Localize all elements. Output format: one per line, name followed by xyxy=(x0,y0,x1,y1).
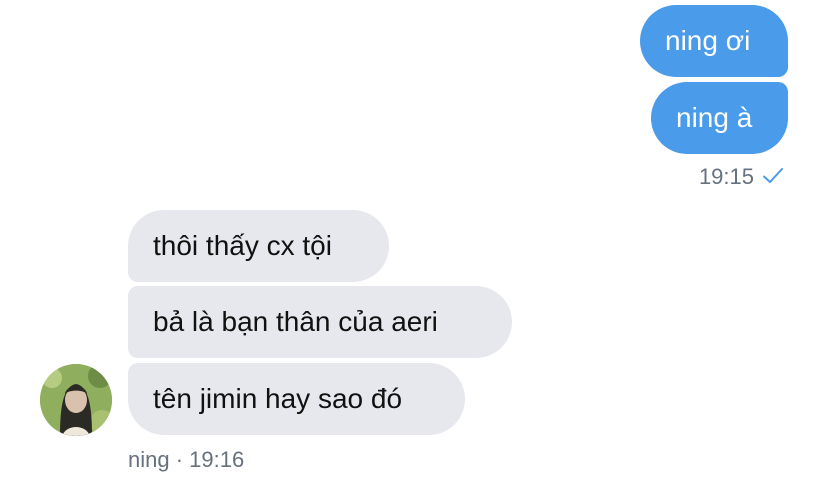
outgoing-message[interactable]: ning ơi xyxy=(640,5,788,77)
incoming-message[interactable]: tên jimin hay sao đó xyxy=(128,363,465,435)
outgoing-message[interactable]: ning à xyxy=(651,82,788,154)
incoming-message[interactable]: thôi thấy cx tội xyxy=(128,210,389,282)
outgoing-meta: 19:15 xyxy=(699,164,784,190)
avatar[interactable] xyxy=(40,364,112,436)
message-time: 19:15 xyxy=(698,164,754,189)
sender-meta: ning · 19:16 xyxy=(128,447,245,472)
incoming-message[interactable]: bả là bạn thân của aeri xyxy=(128,286,512,358)
chat-thread: ning ơi ning à 19:15 thôi thấy cx tội bả… xyxy=(0,0,828,481)
check-icon xyxy=(762,165,784,183)
